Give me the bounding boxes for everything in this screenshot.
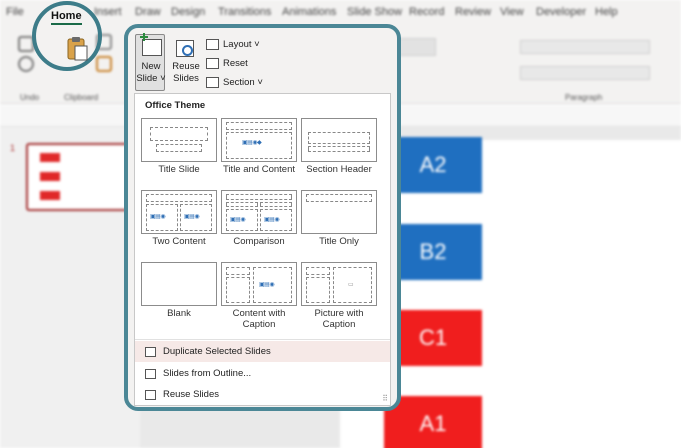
layout-thumbnail xyxy=(141,262,217,306)
new-slide-highlight-panel: New Slide ˅ Reuse Slides Layout ˅ Reset … xyxy=(124,24,401,411)
tab-record[interactable]: Record xyxy=(409,6,444,18)
layout-label: Section Header xyxy=(306,164,372,175)
menu-separator xyxy=(135,339,390,340)
group-label-paragraph: Paragraph xyxy=(565,93,603,102)
office-theme-heading: Office Theme xyxy=(145,100,206,111)
layout-option-content-with-caption[interactable]: ▣▤◉ Content with Caption xyxy=(221,262,297,330)
slide-number: 1 xyxy=(10,143,16,153)
layout-option-title-and-content[interactable]: ▣▤◉◆ Title and Content xyxy=(221,118,297,175)
duplicate-selected-slides-item[interactable]: Duplicate Selected Slides xyxy=(135,341,390,362)
menu-item-label: Duplicate Selected Slides xyxy=(163,346,271,357)
layout-thumbnail xyxy=(301,118,377,162)
reset-label: Reset xyxy=(223,57,248,69)
tab-transitions[interactable]: Transitions xyxy=(218,6,271,18)
layout-thumbnail: ▣▤◉ ▣▤◉ xyxy=(221,190,297,234)
layout-thumbnail: ▣▤◉◆ xyxy=(221,118,297,162)
reuse-slides-icon[interactable] xyxy=(176,40,194,57)
tab-slide-show[interactable]: Slide Show xyxy=(347,6,402,18)
layout-option-title-only[interactable]: Title Only xyxy=(301,190,377,247)
undo-icon[interactable] xyxy=(18,56,34,72)
layout-option-comparison[interactable]: ▣▤◉ ▣▤◉ Comparison xyxy=(221,190,297,247)
section-button[interactable]: Section ˅ xyxy=(206,74,263,90)
layout-option-two-content[interactable]: ▣▤◉ ▣▤◉ Two Content xyxy=(141,190,217,247)
reuse-slides-item[interactable]: Reuse Slides xyxy=(135,384,390,405)
resize-grip-icon[interactable]: ⠿ xyxy=(382,394,388,403)
layout-thumbnail: ▭ xyxy=(301,262,377,306)
new-slide-label-line2: Slide ˅ xyxy=(136,73,166,84)
thumb-item xyxy=(40,191,60,200)
layout-option-section-header[interactable]: Section Header xyxy=(301,118,377,175)
section-icon xyxy=(206,76,219,88)
layout-option-picture-with-caption[interactable]: ▭ Picture with Caption xyxy=(301,262,377,330)
paste-icon[interactable] xyxy=(66,36,88,62)
layout-label: Title and Content xyxy=(223,164,295,175)
reset-icon xyxy=(206,57,219,69)
reuse-label-line2[interactable]: Slides xyxy=(169,73,203,84)
duplicate-slides-icon xyxy=(145,346,156,357)
reuse-slides-icon xyxy=(145,389,156,400)
menu-item-label: Reuse Slides xyxy=(163,389,219,400)
layout-thumbnail xyxy=(301,190,377,234)
new-slide-icon xyxy=(140,33,162,56)
group-label-undo: Undo xyxy=(20,93,40,102)
reset-button[interactable]: Reset xyxy=(206,55,248,71)
layout-label: Content with Caption xyxy=(232,308,286,330)
tab-insert[interactable]: Insert xyxy=(94,6,122,18)
outline-icon xyxy=(145,368,156,379)
tab-draw[interactable]: Draw xyxy=(135,6,161,18)
new-slide-label-line1: New xyxy=(141,61,161,72)
layout-label: Layout ˅ xyxy=(223,38,260,50)
layout-button[interactable]: Layout ˅ xyxy=(206,36,260,52)
thumb-item xyxy=(40,172,60,181)
group-label-clipboard: Clipboard xyxy=(64,93,99,102)
tab-animations[interactable]: Animations xyxy=(282,6,336,18)
content-icons: ▣▤◉◆ xyxy=(242,140,262,146)
tab-home[interactable]: Home xyxy=(51,10,82,25)
tab-file[interactable]: File xyxy=(6,6,24,18)
paragraph-controls[interactable] xyxy=(520,40,650,54)
tab-help[interactable]: Help xyxy=(595,6,618,18)
slides-from-outline-item[interactable]: Slides from Outline... xyxy=(135,363,390,384)
tab-review[interactable]: Review xyxy=(455,6,491,18)
layout-option-blank[interactable]: Blank xyxy=(141,262,217,319)
layout-option-title-slide[interactable]: Title Slide xyxy=(141,118,217,175)
layout-label: Blank xyxy=(167,308,191,319)
slide-thumbnail[interactable] xyxy=(26,143,138,211)
layout-label: Two Content xyxy=(152,236,206,247)
menu-item-label: Slides from Outline... xyxy=(163,368,252,379)
new-slide-dropdown-menu: Office Theme Title Slide ▣▤◉◆ Title and … xyxy=(134,93,391,406)
section-label: Section ˅ xyxy=(223,76,263,88)
thumb-item xyxy=(40,153,60,162)
ribbon-tab-bar: File Insert Draw Design Transitions Anim… xyxy=(0,0,681,26)
layout-label: Title Slide xyxy=(158,164,200,175)
layout-thumbnail: ▣▤◉ xyxy=(221,262,297,306)
layout-thumbnail: ▣▤◉ ▣▤◉ xyxy=(141,190,217,234)
format-painter-icon[interactable] xyxy=(96,56,112,72)
alignment-controls[interactable] xyxy=(520,66,650,80)
reuse-label-line1[interactable]: Reuse xyxy=(169,61,203,72)
layout-label: Title Only xyxy=(319,236,359,247)
layout-icon xyxy=(206,38,219,50)
tab-design[interactable]: Design xyxy=(171,6,205,18)
layout-label: Picture with Caption xyxy=(314,308,364,330)
layout-thumbnail xyxy=(141,118,217,162)
tab-view[interactable]: View xyxy=(500,6,524,18)
layout-label: Comparison xyxy=(233,236,285,247)
new-slide-button[interactable]: New Slide ˅ xyxy=(135,33,166,91)
tab-developer[interactable]: Developer xyxy=(536,6,586,18)
